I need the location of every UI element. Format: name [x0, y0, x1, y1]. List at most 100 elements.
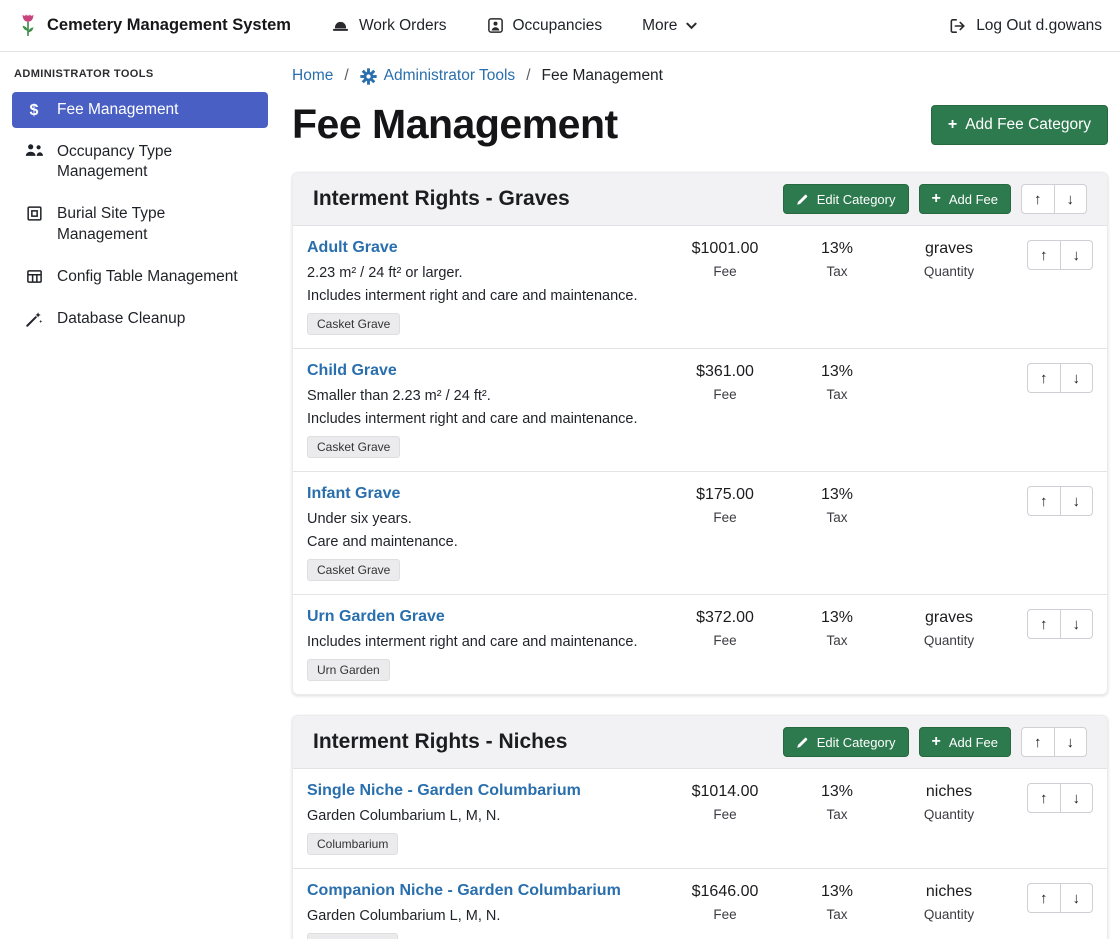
fee-row: Urn Garden Grave Includes interment righ…	[293, 594, 1107, 694]
breadcrumb-home-link[interactable]: Home	[292, 67, 333, 85]
fee-name-link[interactable]: Companion Niche - Garden Columbarium	[307, 882, 621, 900]
add-fee-button[interactable]: + Add Fee	[919, 184, 1012, 214]
move-fee-up-button[interactable]: ↑	[1027, 609, 1061, 639]
fee-amount-column: $1001.00 Fee	[669, 239, 781, 279]
move-fee-down-button[interactable]: ↓	[1060, 783, 1094, 813]
logout-label: Log Out d.gowans	[976, 17, 1102, 35]
edit-category-button[interactable]: Edit Category	[783, 184, 909, 214]
fee-tax-column: 13% Tax	[781, 782, 893, 822]
fee-row: Infant Grave Under six years. Care and m…	[293, 471, 1107, 594]
main-content: Home / Administrator Tools	[280, 52, 1120, 939]
fee-row: Adult Grave 2.23 m² / 24 ft² or larger. …	[293, 226, 1107, 348]
work-orders-icon	[331, 18, 350, 33]
nav-occupancies[interactable]: Occupancies	[487, 17, 603, 35]
app-brand[interactable]: Cemetery Management System	[18, 13, 291, 38]
sidebar-item-label: Database Cleanup	[57, 309, 185, 329]
gear-icon	[360, 68, 377, 85]
move-fee-down-button[interactable]: ↓	[1060, 486, 1094, 516]
fee-tax-column: 13% Tax	[781, 239, 893, 279]
sidebar-item-label: Burial Site Type Management	[57, 204, 256, 244]
arrow-down-icon: ↓	[1073, 371, 1081, 386]
category-move-group: ↑ ↓	[1021, 184, 1087, 214]
arrow-up-icon: ↑	[1040, 891, 1048, 906]
arrow-down-icon: ↓	[1073, 617, 1081, 632]
logout-link[interactable]: Log Out d.gowans	[949, 17, 1102, 35]
arrow-down-icon: ↓	[1073, 891, 1081, 906]
move-fee-down-button[interactable]: ↓	[1060, 363, 1094, 393]
fee-move-group: ↑ ↓	[1027, 608, 1093, 639]
fee-name-link[interactable]: Single Niche - Garden Columbarium	[307, 782, 581, 800]
move-category-down-button[interactable]: ↓	[1054, 727, 1088, 757]
plus-icon: +	[932, 734, 941, 750]
fee-amount-column: $361.00 Fee	[669, 362, 781, 402]
fee-description: Includes interment right and care and ma…	[307, 411, 661, 427]
arrow-up-icon: ↑	[1040, 791, 1048, 806]
move-fee-up-button[interactable]: ↑	[1027, 486, 1061, 516]
sidebar-item-label: Fee Management	[57, 100, 179, 120]
move-fee-down-button[interactable]: ↓	[1060, 609, 1094, 639]
breadcrumb-admin-tools-link[interactable]: Administrator Tools	[360, 67, 516, 85]
dollar-icon: $	[24, 101, 44, 120]
fee-row: Single Niche - Garden Columbarium Garden…	[293, 769, 1107, 868]
move-fee-up-button[interactable]: ↑	[1027, 363, 1061, 393]
nav-more[interactable]: More	[642, 17, 697, 35]
breadcrumb-separator: /	[526, 67, 530, 85]
arrow-down-icon: ↓	[1073, 248, 1081, 263]
fee-quantity-column: niches Quantity	[893, 882, 1005, 922]
move-fee-down-button[interactable]: ↓	[1060, 240, 1094, 270]
fee-name-link[interactable]: Child Grave	[307, 362, 397, 380]
arrow-up-icon: ↑	[1040, 371, 1048, 386]
add-fee-button[interactable]: + Add Fee	[919, 727, 1012, 757]
cleanup-wand-icon	[24, 310, 44, 328]
move-category-up-button[interactable]: ↑	[1021, 727, 1055, 757]
tulip-logo-icon	[18, 13, 38, 38]
logout-icon	[949, 18, 967, 34]
edit-category-button[interactable]: Edit Category	[783, 727, 909, 757]
sidebar-item-burial-site-type-management[interactable]: Burial Site Type Management	[12, 196, 268, 252]
sidebar-nav: $ Fee Management Occupancy Type Manageme…	[12, 92, 268, 337]
category-title: Interment Rights - Graves	[313, 187, 570, 211]
arrow-down-icon: ↓	[1073, 791, 1081, 806]
fee-quantity-column	[893, 485, 1005, 486]
breadcrumb-separator: /	[344, 67, 348, 85]
fee-description: Includes interment right and care and ma…	[307, 634, 661, 650]
move-fee-up-button[interactable]: ↑	[1027, 783, 1061, 813]
arrow-down-icon: ↓	[1067, 192, 1075, 207]
sidebar-item-config-table-management[interactable]: Config Table Management	[12, 259, 268, 295]
move-fee-up-button[interactable]: ↑	[1027, 883, 1061, 913]
nav-more-label: More	[642, 17, 677, 35]
fee-tag: Casket Grave	[307, 436, 400, 458]
category-actions: Edit Category + Add Fee ↑ ↓	[783, 727, 1087, 757]
fee-name-link[interactable]: Infant Grave	[307, 485, 400, 503]
category-header: Interment Rights - Niches Edit Category	[293, 716, 1107, 769]
fee-description: 2.23 m² / 24 ft² or larger.	[307, 265, 661, 281]
arrow-up-icon: ↑	[1040, 617, 1048, 632]
nav-work-orders[interactable]: Work Orders	[331, 17, 447, 35]
page-title: Fee Management	[292, 101, 618, 148]
sidebar-item-database-cleanup[interactable]: Database Cleanup	[12, 301, 268, 337]
sidebar: ADMINISTRATOR TOOLS $ Fee Management	[0, 52, 280, 343]
fee-move-group: ↑ ↓	[1027, 485, 1093, 516]
fee-quantity-column: niches Quantity	[893, 782, 1005, 822]
sidebar-item-occupancy-type-management[interactable]: Occupancy Type Management	[12, 134, 268, 190]
app-viewport: Cemetery Management System Work Orders	[0, 0, 1120, 939]
move-fee-up-button[interactable]: ↑	[1027, 240, 1061, 270]
sidebar-item-fee-management[interactable]: $ Fee Management	[12, 92, 268, 128]
table-icon	[24, 268, 44, 285]
fee-name-link[interactable]: Urn Garden Grave	[307, 608, 445, 626]
add-fee-category-button[interactable]: + Add Fee Category	[931, 105, 1108, 145]
fee-description: Garden Columbarium L, M, N.	[307, 808, 661, 824]
arrow-up-icon: ↑	[1040, 494, 1048, 509]
fee-name-link[interactable]: Adult Grave	[307, 239, 398, 257]
pencil-icon	[796, 736, 809, 749]
arrow-down-icon: ↓	[1067, 735, 1075, 750]
move-category-up-button[interactable]: ↑	[1021, 184, 1055, 214]
move-category-down-button[interactable]: ↓	[1054, 184, 1088, 214]
fee-row: Companion Niche - Garden Columbarium Gar…	[293, 868, 1107, 939]
fee-description: Care and maintenance.	[307, 534, 661, 550]
move-fee-down-button[interactable]: ↓	[1060, 883, 1094, 913]
fee-quantity-column: graves Quantity	[893, 608, 1005, 648]
fee-tag: Columbarium	[307, 933, 398, 939]
top-navbar: Cemetery Management System Work Orders	[0, 0, 1120, 52]
category-actions: Edit Category + Add Fee ↑ ↓	[783, 184, 1087, 214]
